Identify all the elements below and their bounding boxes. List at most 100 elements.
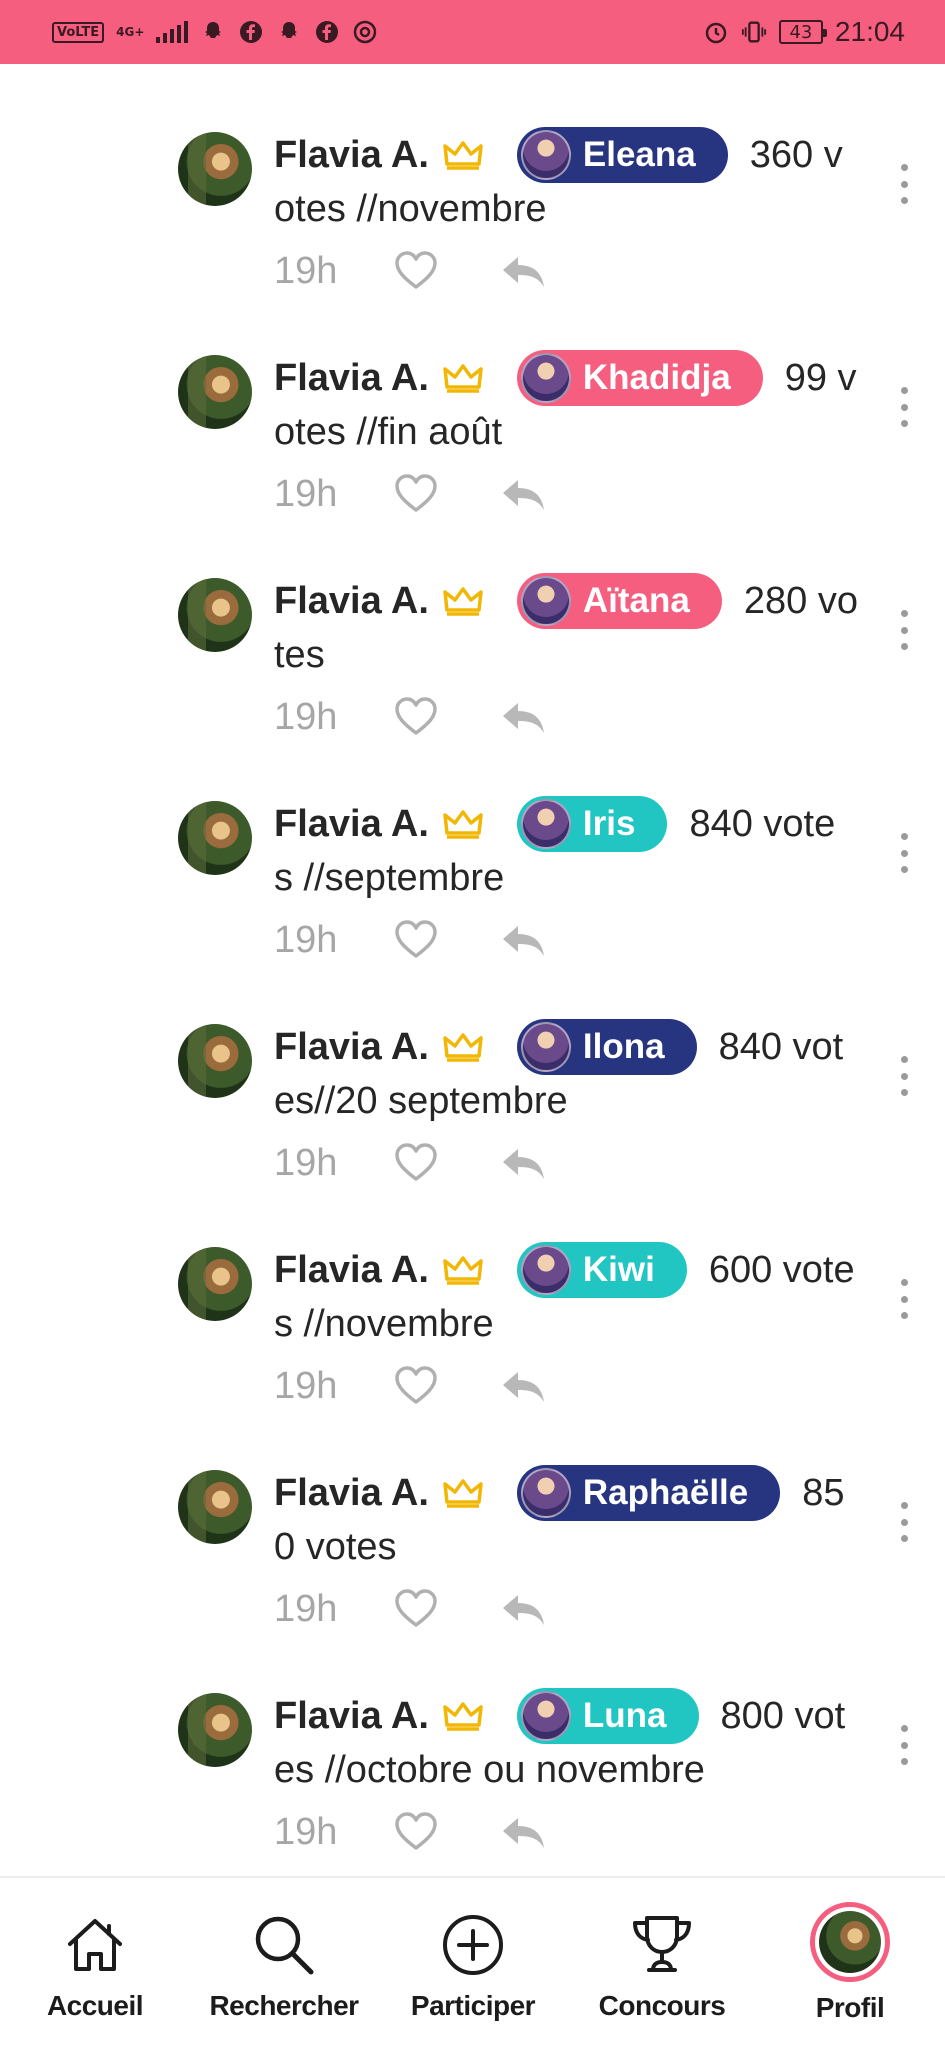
nav-item-home[interactable]: Accueil [15, 1878, 175, 2048]
nav-label-contests: Concours [598, 1990, 726, 2021]
mention-name: Ilona [582, 1027, 665, 1066]
username[interactable]: Flavia A. [274, 1026, 429, 1069]
more-options-icon[interactable] [890, 1725, 918, 1765]
username[interactable]: Flavia A. [274, 1695, 429, 1738]
heart-icon[interactable] [394, 474, 438, 514]
heart-icon[interactable] [394, 1366, 438, 1406]
avatar[interactable] [178, 132, 252, 206]
username[interactable]: Flavia A. [274, 357, 429, 400]
mention-chip[interactable]: Luna [516, 1688, 699, 1744]
comment-line-1: Flavia A. Luna 800 vot [274, 1688, 874, 1744]
heart-icon[interactable] [394, 1589, 438, 1629]
username[interactable]: Flavia A. [274, 803, 429, 846]
mention-name: Eleana [582, 135, 696, 174]
reply-icon[interactable] [500, 922, 546, 958]
nav-label-search: Rechercher [209, 1990, 359, 2021]
username[interactable]: Flavia A. [274, 1472, 429, 1515]
comment-text-continued: es//20 septembre [274, 1080, 568, 1122]
chrome-icon [352, 19, 378, 45]
avatar[interactable] [178, 578, 252, 652]
home-icon [60, 1910, 130, 1980]
nav-label-participate: Participer [410, 1990, 536, 2021]
comment-item: Flavia A. Iris 840 vote s //septembre 19… [0, 733, 945, 961]
nav-item-profile[interactable]: Profil [770, 1878, 930, 2048]
avatar[interactable] [178, 355, 252, 429]
more-options-icon[interactable] [890, 164, 918, 204]
comment-text: 280 vo [743, 579, 858, 622]
mention-avatar [520, 576, 571, 626]
nav-item-participate[interactable]: Participer [393, 1878, 553, 2048]
nav-label-profile: Profil [815, 1992, 885, 2023]
mention-chip[interactable]: Raphaëlle [516, 1465, 781, 1521]
mention-chip[interactable]: Eleana [516, 127, 728, 183]
comment-item: Flavia A. Aïtana 280 vo tes 19h [0, 510, 945, 738]
username[interactable]: Flavia A. [274, 134, 429, 177]
more-options-icon[interactable] [890, 610, 918, 650]
reply-icon[interactable] [500, 1591, 546, 1627]
signal-icon [156, 21, 189, 43]
nav-label-home: Accueil [46, 1990, 144, 2021]
more-options-icon[interactable] [890, 833, 918, 873]
crown-icon [443, 141, 483, 170]
trophy-icon [627, 1910, 697, 1980]
username[interactable]: Flavia A. [274, 580, 429, 623]
clock: 21:04 [834, 16, 905, 47]
mention-avatar [520, 1468, 571, 1518]
comment-time: 19h [274, 1810, 338, 1853]
more-options-icon[interactable] [890, 387, 918, 427]
reply-icon[interactable] [500, 253, 546, 289]
mention-avatar [520, 353, 571, 403]
mention-avatar [520, 130, 571, 180]
reply-icon[interactable] [500, 1814, 546, 1850]
mention-chip[interactable]: Aïtana [516, 573, 722, 629]
reply-icon[interactable] [500, 1145, 546, 1181]
comment-text: 99 v [784, 356, 857, 399]
comment-item: Flavia A. Luna 800 vot es //octobre ou n… [0, 1625, 945, 1853]
mention-name: Kiwi [582, 1250, 655, 1289]
nav-item-search[interactable]: Rechercher [204, 1878, 364, 2048]
mention-avatar [520, 1245, 571, 1295]
nav-item-contests[interactable]: Concours [582, 1878, 742, 2048]
mention-name: Khadidja [582, 358, 731, 397]
reply-icon[interactable] [500, 699, 546, 735]
avatar[interactable] [178, 1470, 252, 1544]
heart-icon[interactable] [394, 697, 438, 737]
mention-chip[interactable]: Iris [516, 796, 668, 852]
heart-icon[interactable] [394, 251, 438, 291]
reply-icon[interactable] [500, 1368, 546, 1404]
comment-item: Flavia A. Khadidja 99 v otes //fin août … [0, 287, 945, 515]
comment-text-continued: es //octobre ou novembre [274, 1749, 705, 1791]
avatar[interactable] [178, 801, 252, 875]
mention-avatar [520, 1022, 571, 1072]
mention-name: Aïtana [582, 581, 690, 620]
comment-line-1: Flavia A. Aïtana 280 vo [274, 573, 874, 629]
comment-line-1: Flavia A. Eleana 360 v [274, 127, 874, 183]
mention-chip[interactable]: Ilona [516, 1019, 697, 1075]
crown-icon [443, 1702, 483, 1731]
comment-meta: 19h [274, 1807, 546, 1857]
mention-avatar [520, 1691, 571, 1741]
facebook-icon [238, 19, 264, 45]
heart-icon[interactable] [394, 920, 438, 960]
avatar[interactable] [178, 1247, 252, 1321]
profile-avatar [810, 1902, 890, 1982]
network-type: 4G+ [116, 25, 145, 39]
comment-line-1: Flavia A. Iris 840 vote [274, 796, 874, 852]
comment-line-1: Flavia A. Khadidja 99 v [274, 350, 874, 406]
heart-icon[interactable] [394, 1143, 438, 1183]
avatar[interactable] [178, 1693, 252, 1767]
reply-icon[interactable] [500, 476, 546, 512]
more-options-icon[interactable] [890, 1502, 918, 1542]
avatar[interactable] [178, 1024, 252, 1098]
comment-line-1: Flavia A. Kiwi 600 vote [274, 1242, 874, 1298]
comment-line-1: Flavia A. Ilona 840 vot [274, 1019, 874, 1075]
more-options-icon[interactable] [890, 1056, 918, 1096]
comment-text-continued: 0 votes [274, 1526, 397, 1568]
username[interactable]: Flavia A. [274, 1249, 429, 1292]
more-options-icon[interactable] [890, 1279, 918, 1319]
mention-chip[interactable]: Khadidja [516, 350, 763, 406]
heart-icon[interactable] [394, 1812, 438, 1852]
comment-text: 600 vote [708, 1248, 855, 1291]
status-bar-left: VoLTE 4G+ [52, 19, 378, 45]
mention-chip[interactable]: Kiwi [516, 1242, 687, 1298]
